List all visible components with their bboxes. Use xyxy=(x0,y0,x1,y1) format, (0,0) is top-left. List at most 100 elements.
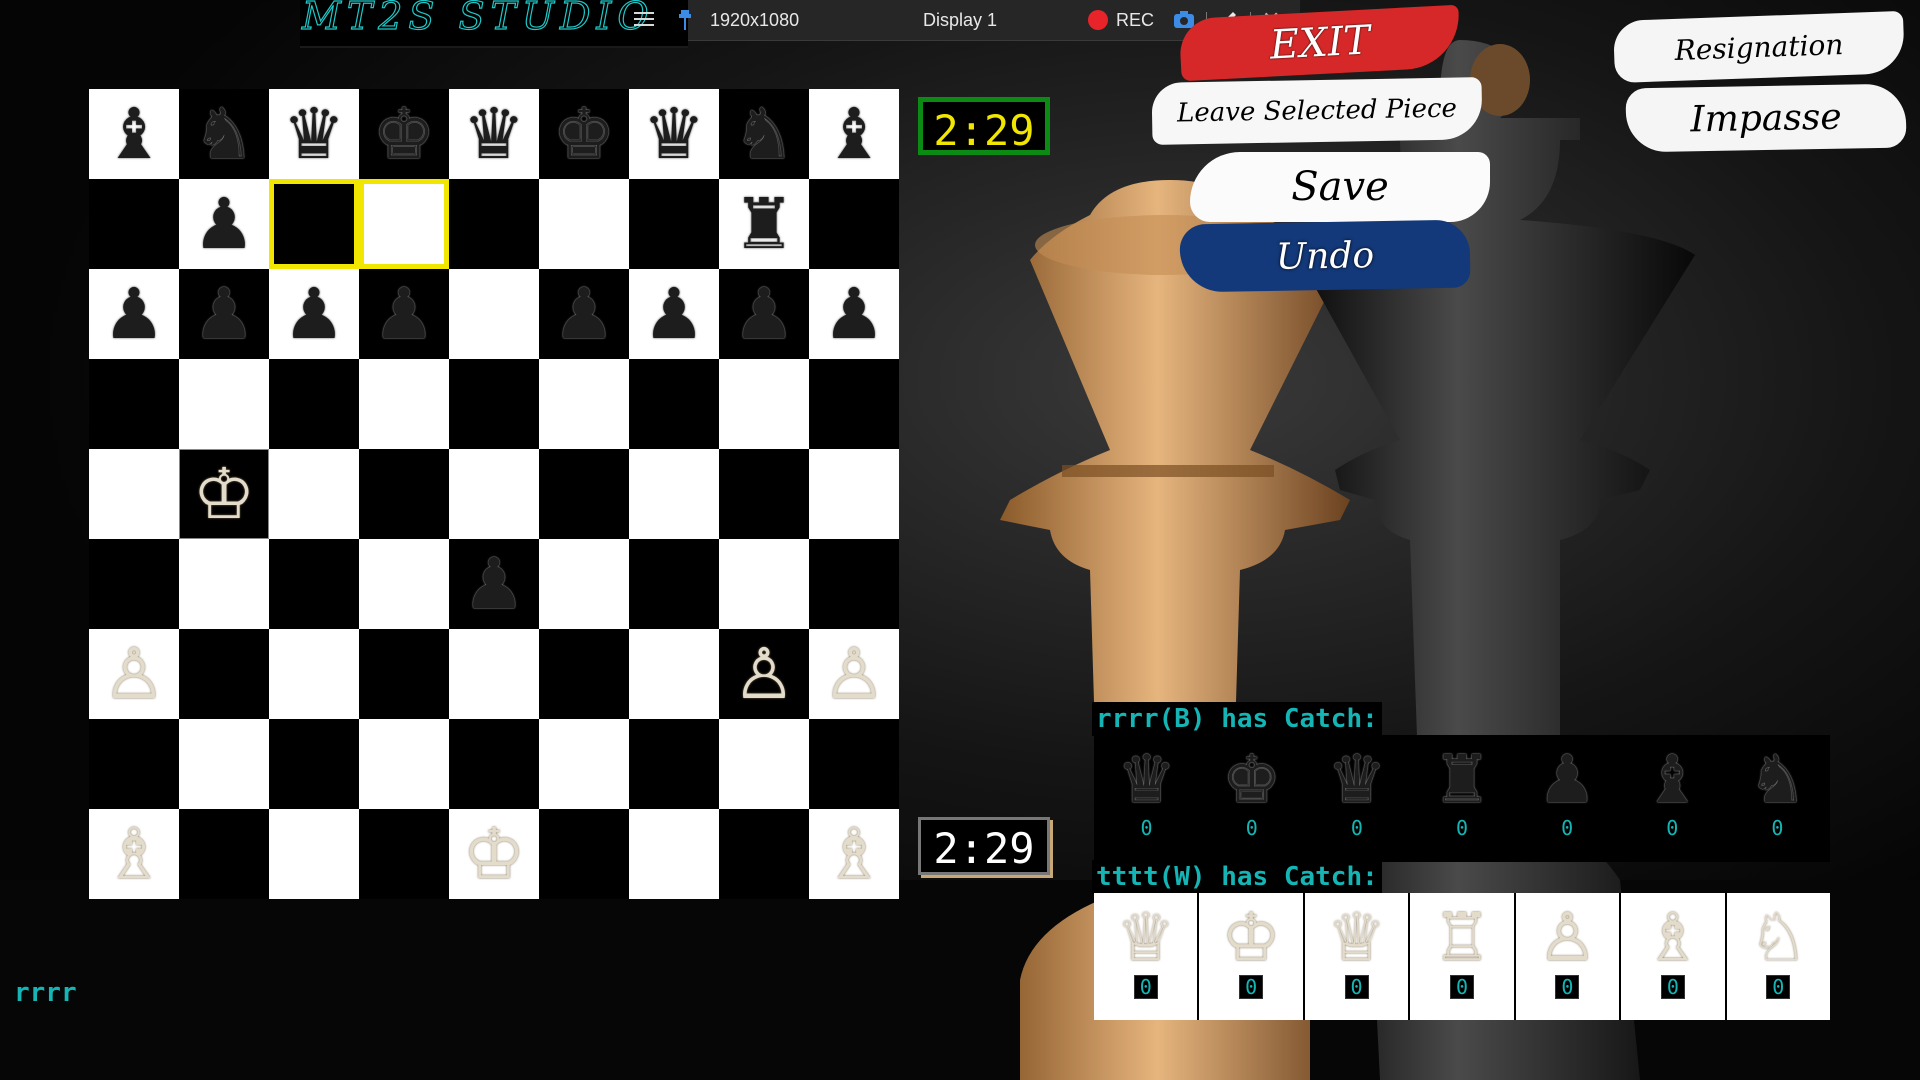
board-square[interactable] xyxy=(269,629,359,719)
board-square[interactable]: ♟ xyxy=(629,269,719,359)
chess-piece-icon[interactable]: ♞ xyxy=(193,99,256,169)
board-square[interactable] xyxy=(359,179,449,269)
board-square[interactable] xyxy=(719,449,809,539)
board-square[interactable] xyxy=(89,449,179,539)
board-square[interactable] xyxy=(449,179,539,269)
chess-piece-icon[interactable]: ♛ xyxy=(643,99,706,169)
chess-piece-icon[interactable]: ♟ xyxy=(823,279,886,349)
board-square[interactable] xyxy=(809,359,899,449)
board-square[interactable] xyxy=(449,449,539,539)
board-square[interactable] xyxy=(359,539,449,629)
board-square[interactable]: ♙ xyxy=(89,629,179,719)
resignation-button[interactable]: Resignation xyxy=(1613,10,1905,84)
board-square[interactable] xyxy=(269,719,359,809)
board-square[interactable] xyxy=(629,359,719,449)
board-square[interactable] xyxy=(179,539,269,629)
board-square[interactable] xyxy=(179,359,269,449)
board-square[interactable] xyxy=(719,719,809,809)
chess-piece-icon[interactable]: ♟ xyxy=(193,279,256,349)
chess-piece-icon[interactable]: ♔ xyxy=(193,459,256,529)
board-square[interactable] xyxy=(269,539,359,629)
board-square[interactable] xyxy=(449,629,539,719)
board-square[interactable]: ♗ xyxy=(809,809,899,899)
chess-piece-icon[interactable]: ♗ xyxy=(103,819,166,889)
chess-piece-icon[interactable]: ♜ xyxy=(733,189,796,259)
chess-piece-icon[interactable]: ♛ xyxy=(283,99,346,169)
board-square[interactable] xyxy=(179,719,269,809)
board-square[interactable]: ♚ xyxy=(359,89,449,179)
board-square[interactable] xyxy=(269,809,359,899)
board-square[interactable]: ♟ xyxy=(179,269,269,359)
board-square[interactable] xyxy=(89,359,179,449)
board-square[interactable] xyxy=(539,539,629,629)
board-square[interactable]: ♔ xyxy=(449,809,539,899)
chess-piece-icon[interactable]: ♟ xyxy=(463,549,526,619)
board-square[interactable] xyxy=(269,359,359,449)
board-square[interactable] xyxy=(629,719,719,809)
chess-piece-icon[interactable]: ♟ xyxy=(733,279,796,349)
save-button[interactable]: Save xyxy=(1190,152,1490,222)
board-square[interactable] xyxy=(539,809,629,899)
chess-piece-icon[interactable]: ♚ xyxy=(373,99,436,169)
leave-selected-piece-button[interactable]: Leave Selected Piece xyxy=(1151,77,1483,145)
board-square[interactable]: ♛ xyxy=(449,89,539,179)
chess-piece-icon[interactable]: ♟ xyxy=(103,279,166,349)
board-square[interactable]: ♛ xyxy=(629,89,719,179)
board-square[interactable] xyxy=(449,359,539,449)
chess-piece-icon[interactable]: ♔ xyxy=(463,819,526,889)
board-square[interactable] xyxy=(629,539,719,629)
board-square[interactable] xyxy=(809,179,899,269)
board-square[interactable] xyxy=(89,719,179,809)
menu-icon[interactable] xyxy=(634,8,654,32)
pin-icon[interactable] xyxy=(678,8,692,32)
board-square[interactable]: ♗ xyxy=(89,809,179,899)
board-square[interactable]: ♝ xyxy=(89,89,179,179)
rec-label[interactable]: REC xyxy=(1116,8,1154,32)
board-square[interactable]: ♟ xyxy=(809,269,899,359)
chess-piece-icon[interactable]: ♛ xyxy=(463,99,526,169)
undo-button[interactable]: Undo xyxy=(1179,219,1471,293)
board-square[interactable] xyxy=(539,179,629,269)
board-square[interactable] xyxy=(539,359,629,449)
board-square[interactable]: ♝ xyxy=(809,89,899,179)
board-square[interactable]: ♟ xyxy=(179,179,269,269)
board-square[interactable] xyxy=(719,359,809,449)
board-square[interactable] xyxy=(809,539,899,629)
chess-piece-icon[interactable]: ♚ xyxy=(553,99,616,169)
board-square[interactable] xyxy=(269,449,359,539)
chess-piece-icon[interactable]: ♟ xyxy=(553,279,616,349)
chess-piece-icon[interactable]: ♙ xyxy=(823,639,886,709)
board-square[interactable] xyxy=(359,359,449,449)
board-square[interactable] xyxy=(539,449,629,539)
board-square[interactable]: ♞ xyxy=(719,89,809,179)
board-square[interactable]: ♞ xyxy=(179,89,269,179)
chess-piece-icon[interactable]: ♟ xyxy=(373,279,436,349)
board-square[interactable] xyxy=(179,629,269,719)
board-square[interactable] xyxy=(719,809,809,899)
board-square[interactable]: ♜ xyxy=(719,179,809,269)
board-square[interactable] xyxy=(359,809,449,899)
board-square[interactable]: ♙ xyxy=(719,629,809,719)
chess-piece-icon[interactable]: ♗ xyxy=(823,819,886,889)
chess-piece-icon[interactable]: ♟ xyxy=(283,279,346,349)
board-square[interactable] xyxy=(629,809,719,899)
chess-piece-icon[interactable]: ♙ xyxy=(733,639,796,709)
board-square[interactable] xyxy=(359,719,449,809)
display-selector[interactable]: Display 1 xyxy=(923,8,997,32)
board-square[interactable]: ♙ xyxy=(809,629,899,719)
board-square[interactable]: ♟ xyxy=(719,269,809,359)
chess-piece-icon[interactable]: ♟ xyxy=(193,189,256,259)
impasse-button[interactable]: Impasse xyxy=(1625,83,1907,153)
board-square[interactable] xyxy=(809,449,899,539)
board-square[interactable] xyxy=(449,719,539,809)
board-square[interactable] xyxy=(809,719,899,809)
board-square[interactable]: ♛ xyxy=(269,89,359,179)
board-square[interactable] xyxy=(719,539,809,629)
board-square[interactable] xyxy=(629,179,719,269)
board-square[interactable]: ♟ xyxy=(359,269,449,359)
board-square[interactable] xyxy=(89,179,179,269)
chess-piece-icon[interactable]: ♟ xyxy=(643,279,706,349)
board-square[interactable] xyxy=(359,449,449,539)
board-square[interactable] xyxy=(179,809,269,899)
board-square[interactable]: ♟ xyxy=(449,539,539,629)
